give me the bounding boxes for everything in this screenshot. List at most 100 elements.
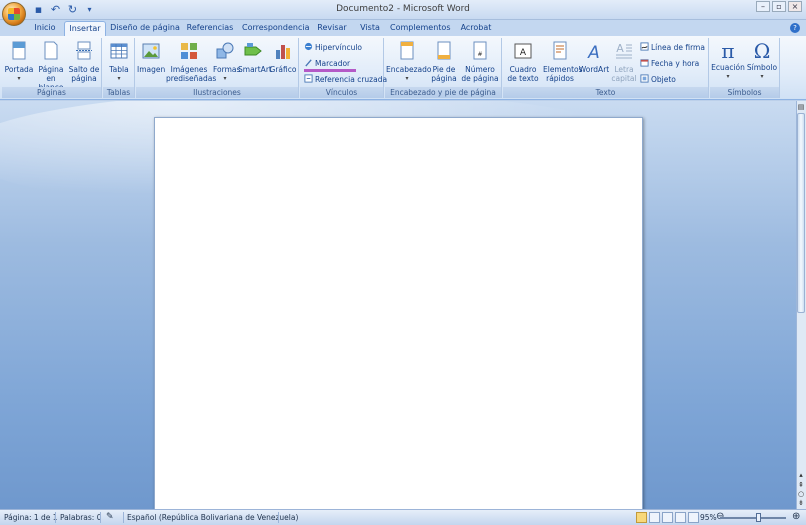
cuadro-de-texto-label: Cuadro de texto bbox=[507, 65, 539, 83]
group-label-vinculos: Vínculos bbox=[300, 87, 383, 98]
next-page-icon[interactable]: ⇟ bbox=[797, 499, 805, 507]
simbolo-button[interactable]: Ω Símbolo ▾ bbox=[746, 41, 778, 81]
web-layout-icon[interactable] bbox=[662, 512, 673, 523]
portada-button[interactable]: Portada ▾ bbox=[4, 41, 34, 83]
tab-vista[interactable]: Vista bbox=[356, 21, 384, 36]
svg-text:A: A bbox=[587, 43, 600, 61]
status-divider bbox=[123, 512, 124, 523]
tab-insertar[interactable]: Insertar bbox=[64, 21, 106, 36]
smartart-icon bbox=[244, 43, 262, 56]
print-layout-view-icon[interactable] bbox=[636, 512, 647, 523]
bookmark-icon bbox=[305, 59, 312, 67]
proofing-icon[interactable]: ✎ bbox=[106, 512, 114, 522]
wordart-button[interactable]: A WordArt bbox=[578, 41, 610, 74]
word-count-status[interactable]: Palabras: 0 bbox=[60, 513, 102, 522]
previous-page-icon[interactable]: ⇞ bbox=[797, 481, 805, 489]
date-time-icon bbox=[640, 59, 649, 67]
status-divider bbox=[278, 512, 279, 523]
group-encabezado: Encabezado ▾ Pie de página # Número de p… bbox=[385, 38, 502, 98]
cover-page-icon bbox=[12, 41, 26, 60]
chevron-down-icon: ▾ bbox=[760, 73, 764, 80]
header-icon bbox=[400, 41, 414, 60]
simbolo-label: Símbolo bbox=[746, 63, 778, 72]
scroll-up-icon[interactable]: ▴ bbox=[797, 471, 805, 479]
ribbon: Portada ▾ Página en blanco Salto de pági… bbox=[0, 36, 806, 100]
fecha-y-hora-button[interactable]: Fecha y hora bbox=[640, 58, 699, 69]
tab-revisar[interactable]: Revisar bbox=[314, 21, 350, 36]
letra-capital-button: A Letra capital bbox=[610, 41, 638, 83]
tab-complementos[interactable]: Complementos bbox=[390, 21, 450, 36]
formas-button[interactable]: Formas ▾ bbox=[213, 41, 240, 83]
wordart-icon: A bbox=[587, 43, 600, 63]
tabla-label: Tabla bbox=[109, 65, 129, 74]
portada-label: Portada bbox=[4, 65, 34, 74]
document-page[interactable] bbox=[154, 117, 643, 509]
picture-icon bbox=[142, 43, 160, 59]
linea-de-firma-button[interactable]: Línea de firma bbox=[640, 42, 705, 53]
ruler-toggle-icon[interactable]: ▤ bbox=[797, 103, 805, 111]
referencia-cruzada-button[interactable]: Referencia cruzada bbox=[304, 74, 387, 85]
chart-icon bbox=[276, 45, 290, 59]
numero-de-pagina-button[interactable]: # Número de página bbox=[460, 41, 500, 83]
title-bar: ▪ ↶ ↻ ▾ Documento2 - Microsoft Word – ▫ … bbox=[0, 0, 806, 20]
grafico-button[interactable]: Gráfico bbox=[269, 41, 297, 74]
encabezado-label: Encabezado bbox=[386, 65, 432, 74]
group-label-encabezado: Encabezado y pie de página bbox=[385, 87, 501, 98]
text-box-icon: A bbox=[514, 43, 532, 59]
scrollbar-thumb[interactable] bbox=[797, 113, 805, 313]
tab-correspondencia[interactable]: Correspondencia bbox=[242, 21, 309, 36]
salto-de-pagina-button[interactable]: Salto de página bbox=[68, 41, 100, 83]
window-title: Documento2 - Microsoft Word bbox=[336, 4, 470, 14]
ecuacion-button[interactable]: π Ecuación ▾ bbox=[711, 41, 745, 81]
chevron-down-icon: ▾ bbox=[223, 75, 227, 82]
tab-diseno-de-pagina[interactable]: Diseño de página bbox=[110, 21, 180, 36]
group-paginas: Portada ▾ Página en blanco Salto de pági… bbox=[2, 38, 102, 98]
zoom-slider-knob[interactable] bbox=[756, 513, 761, 522]
smartart-button[interactable]: SmartArt bbox=[238, 41, 272, 74]
fecha-y-hora-label: Fecha y hora bbox=[651, 59, 700, 68]
salto-de-pagina-label: Salto de página bbox=[68, 65, 100, 83]
close-icon[interactable]: × bbox=[788, 1, 802, 12]
outline-view-icon[interactable] bbox=[675, 512, 686, 523]
group-label-simbolos: Símbolos bbox=[710, 87, 779, 98]
tab-referencias[interactable]: Referencias bbox=[184, 21, 236, 36]
tab-inicio[interactable]: Inicio bbox=[30, 21, 60, 36]
minimize-icon[interactable]: – bbox=[756, 1, 770, 12]
vertical-scrollbar[interactable]: ▤ ▴ ⇞ ○ ⇟ bbox=[796, 101, 806, 509]
pie-de-pagina-button[interactable]: Pie de página bbox=[429, 41, 459, 83]
status-bar: Página: 1 de 1 Palabras: 0 ✎ Español (Re… bbox=[0, 509, 806, 525]
group-tablas: Tabla ▾ Tablas bbox=[103, 38, 135, 98]
objeto-button[interactable]: Objeto bbox=[640, 74, 676, 85]
hipervinculo-button[interactable]: Hipervínculo bbox=[304, 42, 362, 53]
tabla-button[interactable]: Tabla ▾ bbox=[105, 41, 133, 83]
group-label-tablas: Tablas bbox=[103, 87, 134, 98]
group-label-texto: Texto bbox=[503, 87, 708, 98]
tab-acrobat[interactable]: Acrobat bbox=[456, 21, 496, 36]
blank-page-icon bbox=[44, 41, 58, 60]
office-logo-icon bbox=[8, 8, 20, 20]
help-icon[interactable]: ? bbox=[790, 23, 800, 33]
imagenes-prediseñadas-button[interactable]: Imágenes prediseñadas bbox=[166, 41, 216, 83]
zoom-slider-track[interactable] bbox=[720, 517, 786, 519]
page-count-status[interactable]: Página: 1 de 1 bbox=[4, 513, 58, 522]
language-status[interactable]: Español (República Bolivariana de Venezu… bbox=[127, 513, 298, 522]
draft-view-icon[interactable] bbox=[688, 512, 699, 523]
pagina-en-blanco-button[interactable]: Página en blanco bbox=[35, 41, 67, 92]
zoom-level[interactable]: 95% bbox=[700, 513, 717, 522]
elementos-rapidos-button[interactable]: Elementos rápidos bbox=[543, 41, 583, 83]
group-vinculos: Hipervínculo Marcador Referencia cruzada… bbox=[300, 38, 387, 98]
cuadro-de-texto-button[interactable]: A Cuadro de texto bbox=[504, 41, 542, 83]
maximize-icon[interactable]: ▫ bbox=[772, 1, 786, 12]
zoom-in-icon[interactable]: ⊕ bbox=[792, 511, 800, 522]
office-button[interactable] bbox=[2, 2, 26, 26]
chevron-down-icon: ▾ bbox=[405, 75, 409, 82]
marcador-button[interactable]: Marcador bbox=[304, 58, 356, 72]
chevron-down-icon: ▾ bbox=[726, 73, 730, 80]
chevron-down-icon: ▾ bbox=[17, 75, 21, 82]
encabezado-button[interactable]: Encabezado ▾ bbox=[386, 41, 432, 83]
full-screen-reading-icon[interactable] bbox=[649, 512, 660, 523]
wordart-label: WordArt bbox=[578, 65, 610, 74]
linea-de-firma-label: Línea de firma bbox=[651, 43, 705, 52]
select-browse-object-icon[interactable]: ○ bbox=[797, 490, 805, 498]
imagen-button[interactable]: Imagen bbox=[137, 41, 165, 74]
